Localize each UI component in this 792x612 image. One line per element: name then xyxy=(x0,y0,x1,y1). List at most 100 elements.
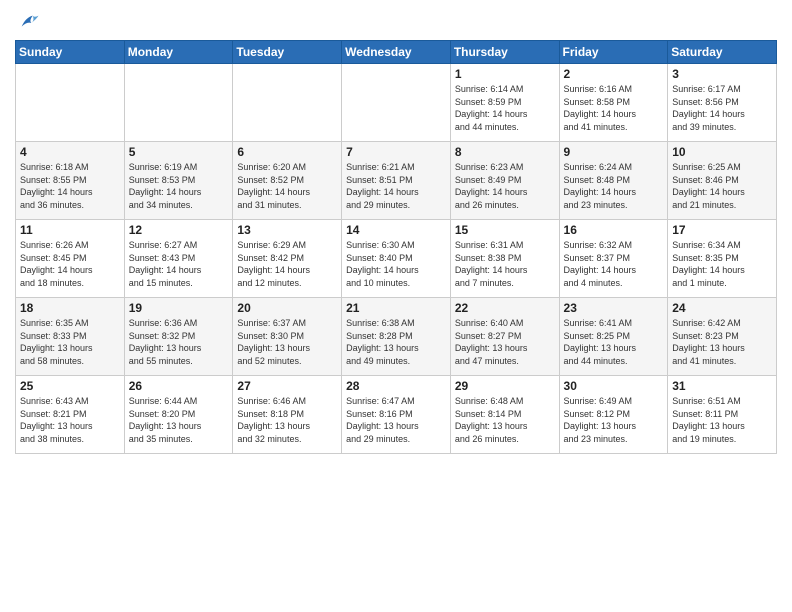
day-number: 28 xyxy=(346,379,446,393)
logo xyxy=(15,14,40,34)
day-info: Sunrise: 6:38 AM Sunset: 8:28 PM Dayligh… xyxy=(346,317,446,367)
day-info: Sunrise: 6:30 AM Sunset: 8:40 PM Dayligh… xyxy=(346,239,446,289)
calendar-cell: 31 Sunrise: 6:51 AM Sunset: 8:11 PM Dayli… xyxy=(668,376,777,454)
calendar-table: SundayMondayTuesdayWednesdayThursdayFrid… xyxy=(15,40,777,454)
calendar-cell: 26 Sunrise: 6:44 AM Sunset: 8:20 PM Dayli… xyxy=(124,376,233,454)
day-number: 8 xyxy=(455,145,555,159)
day-number: 22 xyxy=(455,301,555,315)
calendar-cell: 2 Sunrise: 6:16 AM Sunset: 8:58 PM Daylig… xyxy=(559,64,668,142)
day-info: Sunrise: 6:23 AM Sunset: 8:49 PM Dayligh… xyxy=(455,161,555,211)
calendar-cell: 17 Sunrise: 6:34 AM Sunset: 8:35 PM Dayli… xyxy=(668,220,777,298)
header xyxy=(15,10,777,34)
day-info: Sunrise: 6:34 AM Sunset: 8:35 PM Dayligh… xyxy=(672,239,772,289)
day-number: 20 xyxy=(237,301,337,315)
calendar-cell: 24 Sunrise: 6:42 AM Sunset: 8:23 PM Dayli… xyxy=(668,298,777,376)
day-info: Sunrise: 6:35 AM Sunset: 8:33 PM Dayligh… xyxy=(20,317,120,367)
calendar-cell: 1 Sunrise: 6:14 AM Sunset: 8:59 PM Daylig… xyxy=(450,64,559,142)
page: SundayMondayTuesdayWednesdayThursdayFrid… xyxy=(0,0,792,612)
calendar-cell: 28Sunrise: 6:47 AM Sunset: 8:16 PM Dayli… xyxy=(342,376,451,454)
calendar-cell: 8 Sunrise: 6:23 AM Sunset: 8:49 PM Daylig… xyxy=(450,142,559,220)
day-number: 23 xyxy=(564,301,664,315)
bird-icon xyxy=(18,12,40,34)
day-info: Sunrise: 6:21 AM Sunset: 8:51 PM Dayligh… xyxy=(346,161,446,211)
day-number: 9 xyxy=(564,145,664,159)
calendar-week-row: 4Sunrise: 6:18 AM Sunset: 8:55 PM Daylig… xyxy=(16,142,777,220)
calendar-cell: 20 Sunrise: 6:37 AM Sunset: 8:30 PM Dayli… xyxy=(233,298,342,376)
calendar-header-friday: Friday xyxy=(559,41,668,64)
day-info: Sunrise: 6:29 AM Sunset: 8:42 PM Dayligh… xyxy=(237,239,337,289)
day-info: Sunrise: 6:17 AM Sunset: 8:56 PM Dayligh… xyxy=(672,83,772,133)
day-info: Sunrise: 6:43 AM Sunset: 8:21 PM Dayligh… xyxy=(20,395,120,445)
calendar-cell: 12 Sunrise: 6:27 AM Sunset: 8:43 PM Dayli… xyxy=(124,220,233,298)
calendar-cell: 14 Sunrise: 6:30 AM Sunset: 8:40 PM Dayli… xyxy=(342,220,451,298)
calendar-cell: 11Sunrise: 6:26 AM Sunset: 8:45 PM Dayli… xyxy=(16,220,125,298)
day-info: Sunrise: 6:31 AM Sunset: 8:38 PM Dayligh… xyxy=(455,239,555,289)
calendar-cell xyxy=(16,64,125,142)
day-info: Sunrise: 6:37 AM Sunset: 8:30 PM Dayligh… xyxy=(237,317,337,367)
day-number: 2 xyxy=(564,67,664,81)
calendar-cell: 21 Sunrise: 6:38 AM Sunset: 8:28 PM Dayli… xyxy=(342,298,451,376)
calendar-cell: 6 Sunrise: 6:20 AM Sunset: 8:52 PM Daylig… xyxy=(233,142,342,220)
day-number: 27 xyxy=(237,379,337,393)
calendar-header-sunday: Sunday xyxy=(16,41,125,64)
day-info: Sunrise: 6:44 AM Sunset: 8:20 PM Dayligh… xyxy=(129,395,229,445)
calendar-header-tuesday: Tuesday xyxy=(233,41,342,64)
day-number: 6 xyxy=(237,145,337,159)
calendar-cell: 4Sunrise: 6:18 AM Sunset: 8:55 PM Daylig… xyxy=(16,142,125,220)
day-number: 17 xyxy=(672,223,772,237)
day-info: Sunrise: 6:51 AM Sunset: 8:11 PM Dayligh… xyxy=(672,395,772,445)
calendar-cell: 16Sunrise: 6:32 AM Sunset: 8:37 PM Dayli… xyxy=(559,220,668,298)
calendar-cell: 3 Sunrise: 6:17 AM Sunset: 8:56 PM Daylig… xyxy=(668,64,777,142)
calendar-cell: 7 Sunrise: 6:21 AM Sunset: 8:51 PM Daylig… xyxy=(342,142,451,220)
calendar-cell xyxy=(342,64,451,142)
day-info: Sunrise: 6:49 AM Sunset: 8:12 PM Dayligh… xyxy=(564,395,664,445)
calendar-cell: 30 Sunrise: 6:49 AM Sunset: 8:12 PM Dayli… xyxy=(559,376,668,454)
day-info: Sunrise: 6:41 AM Sunset: 8:25 PM Dayligh… xyxy=(564,317,664,367)
day-number: 15 xyxy=(455,223,555,237)
calendar-header-wednesday: Wednesday xyxy=(342,41,451,64)
day-number: 26 xyxy=(129,379,229,393)
day-info: Sunrise: 6:36 AM Sunset: 8:32 PM Dayligh… xyxy=(129,317,229,367)
day-number: 3 xyxy=(672,67,772,81)
day-info: Sunrise: 6:27 AM Sunset: 8:43 PM Dayligh… xyxy=(129,239,229,289)
calendar-week-row: 25 Sunrise: 6:43 AM Sunset: 8:21 PM Dayli… xyxy=(16,376,777,454)
calendar-cell xyxy=(124,64,233,142)
day-info: Sunrise: 6:42 AM Sunset: 8:23 PM Dayligh… xyxy=(672,317,772,367)
day-number: 31 xyxy=(672,379,772,393)
day-number: 12 xyxy=(129,223,229,237)
calendar-header-saturday: Saturday xyxy=(668,41,777,64)
day-number: 1 xyxy=(455,67,555,81)
day-number: 18 xyxy=(20,301,120,315)
day-number: 21 xyxy=(346,301,446,315)
day-info: Sunrise: 6:20 AM Sunset: 8:52 PM Dayligh… xyxy=(237,161,337,211)
day-info: Sunrise: 6:16 AM Sunset: 8:58 PM Dayligh… xyxy=(564,83,664,133)
calendar-week-row: 18 Sunrise: 6:35 AM Sunset: 8:33 PM Dayli… xyxy=(16,298,777,376)
calendar-cell: 23 Sunrise: 6:41 AM Sunset: 8:25 PM Dayli… xyxy=(559,298,668,376)
calendar-cell: 25 Sunrise: 6:43 AM Sunset: 8:21 PM Dayli… xyxy=(16,376,125,454)
day-info: Sunrise: 6:14 AM Sunset: 8:59 PM Dayligh… xyxy=(455,83,555,133)
day-number: 30 xyxy=(564,379,664,393)
day-number: 24 xyxy=(672,301,772,315)
day-info: Sunrise: 6:46 AM Sunset: 8:18 PM Dayligh… xyxy=(237,395,337,445)
calendar-cell: 27 Sunrise: 6:46 AM Sunset: 8:18 PM Dayli… xyxy=(233,376,342,454)
calendar-week-row: 11Sunrise: 6:26 AM Sunset: 8:45 PM Dayli… xyxy=(16,220,777,298)
calendar-cell: 10Sunrise: 6:25 AM Sunset: 8:46 PM Dayli… xyxy=(668,142,777,220)
day-number: 7 xyxy=(346,145,446,159)
calendar-cell: 19 Sunrise: 6:36 AM Sunset: 8:32 PM Dayli… xyxy=(124,298,233,376)
day-info: Sunrise: 6:26 AM Sunset: 8:45 PM Dayligh… xyxy=(20,239,120,289)
calendar-header-thursday: Thursday xyxy=(450,41,559,64)
calendar-week-row: 1 Sunrise: 6:14 AM Sunset: 8:59 PM Daylig… xyxy=(16,64,777,142)
day-info: Sunrise: 6:48 AM Sunset: 8:14 PM Dayligh… xyxy=(455,395,555,445)
day-number: 25 xyxy=(20,379,120,393)
calendar-cell: 18 Sunrise: 6:35 AM Sunset: 8:33 PM Dayli… xyxy=(16,298,125,376)
calendar-cell: 13Sunrise: 6:29 AM Sunset: 8:42 PM Dayli… xyxy=(233,220,342,298)
day-number: 10 xyxy=(672,145,772,159)
day-info: Sunrise: 6:18 AM Sunset: 8:55 PM Dayligh… xyxy=(20,161,120,211)
day-number: 5 xyxy=(129,145,229,159)
calendar-cell: 15 Sunrise: 6:31 AM Sunset: 8:38 PM Dayli… xyxy=(450,220,559,298)
day-number: 19 xyxy=(129,301,229,315)
day-number: 29 xyxy=(455,379,555,393)
day-info: Sunrise: 6:40 AM Sunset: 8:27 PM Dayligh… xyxy=(455,317,555,367)
day-number: 14 xyxy=(346,223,446,237)
calendar-cell: 5Sunrise: 6:19 AM Sunset: 8:53 PM Daylig… xyxy=(124,142,233,220)
